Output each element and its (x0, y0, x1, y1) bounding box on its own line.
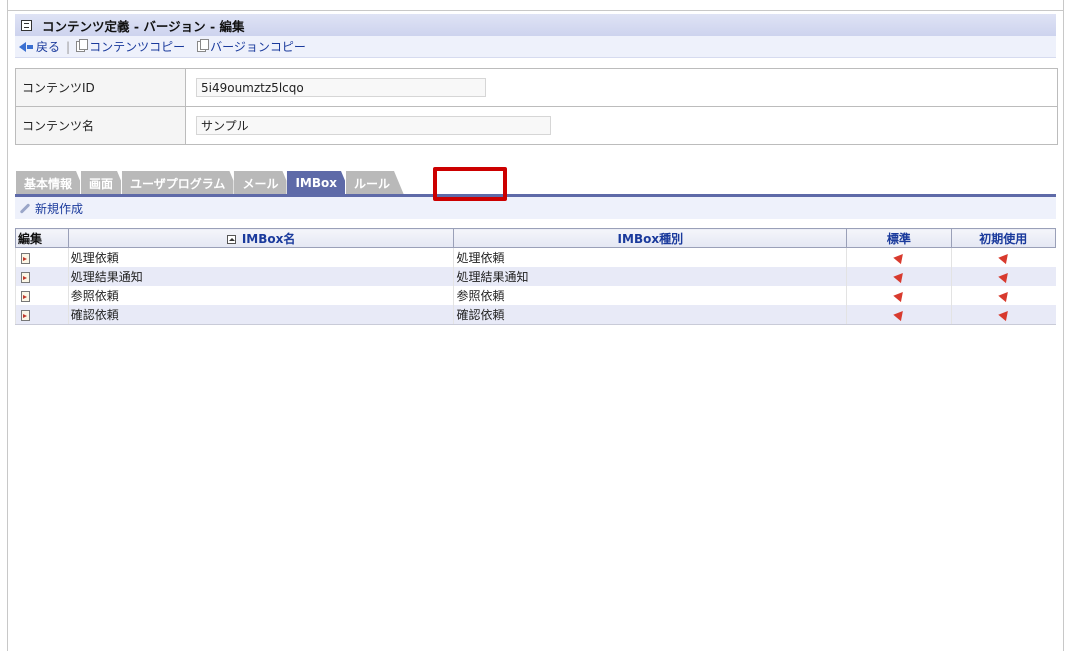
header-standard[interactable]: 標準 (846, 228, 952, 248)
initial-use-cell (950, 305, 1056, 325)
copy-icon (76, 39, 89, 52)
standard-cell (846, 286, 952, 305)
imbox-name-cell: 処理依頼 (67, 247, 454, 267)
table-row: 処理依頼 処理依頼 (15, 247, 1056, 267)
initial-use-cell (950, 286, 1056, 305)
content-copy-label: コンテンツコピー (89, 40, 186, 54)
tab-bar: 基本情報 画面 ユーザプログラム メール IMBox ルール (15, 167, 1056, 201)
header-imbox-type[interactable]: IMBox種別 (453, 228, 848, 248)
standard-cell (846, 247, 952, 267)
header-edit: 編集 (15, 228, 69, 248)
table-row: 確認依頼 確認依頼 (15, 305, 1056, 325)
back-arrow-icon (19, 41, 26, 52)
imbox-name-cell: 確認依頼 (67, 305, 454, 325)
pin-icon (997, 288, 1012, 302)
copy-icon (197, 39, 210, 52)
imbox-type-cell: 処理依頼 (453, 247, 847, 267)
edit-document-icon[interactable] (21, 271, 30, 283)
tab-imbox[interactable]: IMBox (286, 171, 351, 195)
toolbar-separator: | (66, 39, 71, 54)
window-icon (21, 19, 32, 31)
pin-icon (997, 307, 1012, 321)
pin-icon (893, 307, 907, 321)
edit-cell (15, 286, 69, 305)
edit-document-icon[interactable] (21, 309, 30, 321)
new-bar: 新規作成 (15, 197, 1056, 219)
standard-cell (846, 267, 952, 286)
header-initial-use[interactable]: 初期使用 (950, 228, 1057, 248)
tab-underline (15, 194, 1056, 197)
edit-document-icon[interactable] (21, 252, 30, 264)
edit-cell (15, 305, 69, 325)
content-name-field: サンプル (196, 116, 551, 135)
pin-icon (997, 269, 1012, 283)
window-top-border (7, 10, 1064, 11)
table-header-row: 編集 IMBox名 IMBox種別 標準 初期使用 (15, 228, 1057, 248)
imbox-type-cell: 参照依頼 (453, 286, 847, 305)
tab-strip: 基本情報 画面 ユーザプログラム メール IMBox ルール (15, 171, 398, 195)
content-name-cell: サンプル (186, 107, 1057, 144)
content-id-label: コンテンツID (16, 69, 186, 106)
back-button[interactable]: 戻る (19, 38, 60, 55)
page-title-bar: コンテンツ定義 - バージョン - 編集 (15, 14, 1056, 36)
tab-screen[interactable]: 画面 (80, 171, 127, 195)
imbox-name-cell: 参照依頼 (67, 286, 454, 305)
pin-icon (893, 288, 907, 302)
version-copy-label: バージョンコピー (210, 40, 306, 54)
content-copy-button[interactable]: コンテンツコピー (76, 38, 185, 55)
main-content: コンテンツ定義 - バージョン - 編集 戻る | コンテンツコピー バージョン… (15, 14, 1058, 325)
header-imbox-name[interactable]: IMBox名 (67, 228, 455, 248)
back-arrow-icon-tail (27, 44, 33, 49)
edit-cell (15, 267, 69, 286)
page-title: コンテンツ定義 - バージョン - 編集 (42, 18, 245, 34)
back-label: 戻る (36, 40, 61, 54)
content-id-row: コンテンツID 5i49oumztz5lcqo (16, 69, 1057, 107)
content-id-field: 5i49oumztz5lcqo (196, 78, 486, 97)
initial-use-cell (950, 267, 1056, 286)
pin-icon (893, 269, 907, 283)
tab-user-program[interactable]: ユーザプログラム (121, 171, 239, 195)
sort-icon[interactable] (226, 234, 236, 244)
pin-icon (997, 250, 1012, 264)
tab-basic-info[interactable]: 基本情報 (15, 171, 86, 195)
pen-icon (19, 202, 31, 214)
version-copy-button[interactable]: バージョンコピー (197, 38, 306, 55)
content-id-cell: 5i49oumztz5lcqo (186, 69, 1057, 106)
content-name-label: コンテンツ名 (16, 107, 186, 144)
table-row: 参照依頼 参照依頼 (15, 286, 1056, 305)
tab-mail[interactable]: メール (233, 171, 292, 195)
header-imbox-name-label[interactable]: IMBox名 (242, 232, 296, 246)
edit-document-icon[interactable] (21, 290, 30, 302)
pin-icon (893, 250, 907, 264)
initial-use-cell (950, 247, 1056, 267)
imbox-type-cell: 確認依頼 (453, 305, 847, 325)
content-name-row: コンテンツ名 サンプル (16, 107, 1057, 144)
new-button[interactable]: 新規作成 (35, 200, 83, 217)
imbox-table: 編集 IMBox名 IMBox種別 標準 初期使用 処理依頼 処理依頼 処理結果… (15, 228, 1057, 325)
imbox-name-cell: 処理結果通知 (67, 267, 454, 286)
rule-tab-highlight-box (433, 167, 507, 201)
content-info-table: コンテンツID 5i49oumztz5lcqo コンテンツ名 サンプル (15, 68, 1058, 145)
standard-cell (846, 305, 952, 325)
tab-rule[interactable]: ルール (345, 171, 404, 195)
edit-cell (15, 247, 69, 267)
toolbar: 戻る | コンテンツコピー バージョンコピー (15, 36, 1056, 58)
window-left-border (7, 0, 8, 651)
window-right-border (1063, 0, 1064, 651)
imbox-type-cell: 処理結果通知 (453, 267, 847, 286)
table-row: 処理結果通知 処理結果通知 (15, 267, 1056, 286)
